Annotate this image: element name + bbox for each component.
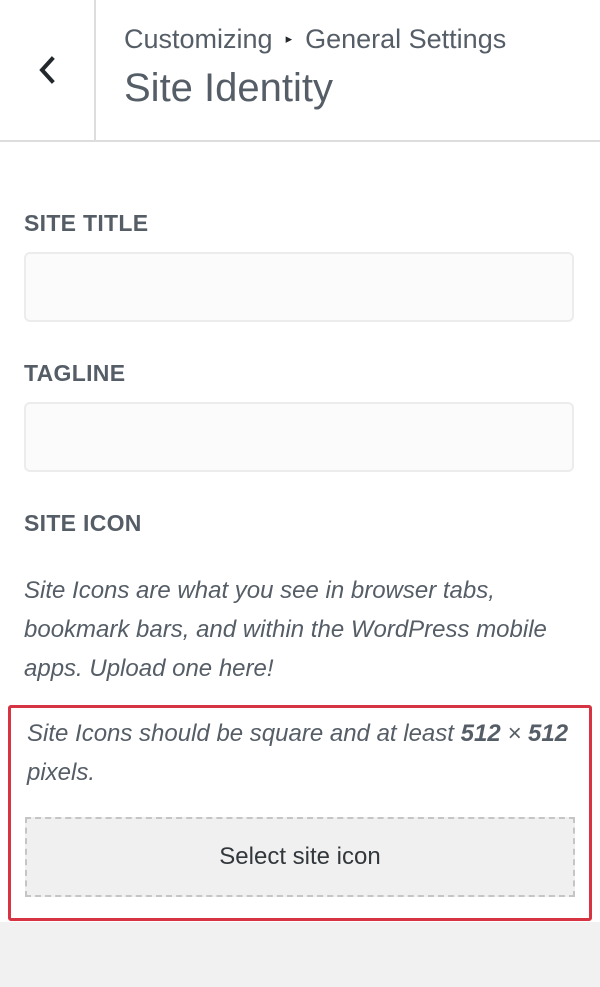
select-site-icon-button[interactable]: Select site icon [25, 817, 575, 897]
header-title-area: Customizing ▸ General Settings Site Iden… [124, 22, 506, 114]
chevron-left-icon [39, 56, 55, 84]
breadcrumb-root: Customizing [124, 24, 273, 54]
tagline-input[interactable] [24, 402, 574, 472]
breadcrumb-separator-icon: ▸ [285, 31, 293, 46]
notice-suffix: pixels. [27, 759, 96, 786]
site-icon-size-notice: Site Icons should be square and at least… [27, 714, 582, 792]
customizer-header: Customizing ▸ General Settings Site Iden… [0, 0, 600, 142]
notice-times: × [500, 720, 529, 747]
site-title-label: SITE TITLE [24, 210, 149, 236]
tagline-label: TAGLINE [24, 360, 126, 386]
breadcrumb: Customizing ▸ General Settings [124, 22, 506, 56]
notice-prefix: Site Icons should be square and at least [27, 720, 461, 747]
breadcrumb-parent: General Settings [305, 24, 507, 54]
page-title: Site Identity [124, 66, 334, 110]
notice-size-width: 512 [460, 720, 501, 747]
back-button[interactable] [0, 0, 96, 140]
site-title-input[interactable] [24, 252, 574, 322]
site-icon-label: SITE ICON [24, 510, 142, 536]
site-icon-description: Site Icons are what you see in browser t… [24, 577, 547, 682]
notice-size-height: 512 [528, 720, 569, 747]
site-icon-upload-area: Site Icons should be square and at least… [8, 705, 592, 921]
site-identity-panel: SITE TITLE TAGLINE SITE ICON Site Icons … [0, 142, 600, 922]
